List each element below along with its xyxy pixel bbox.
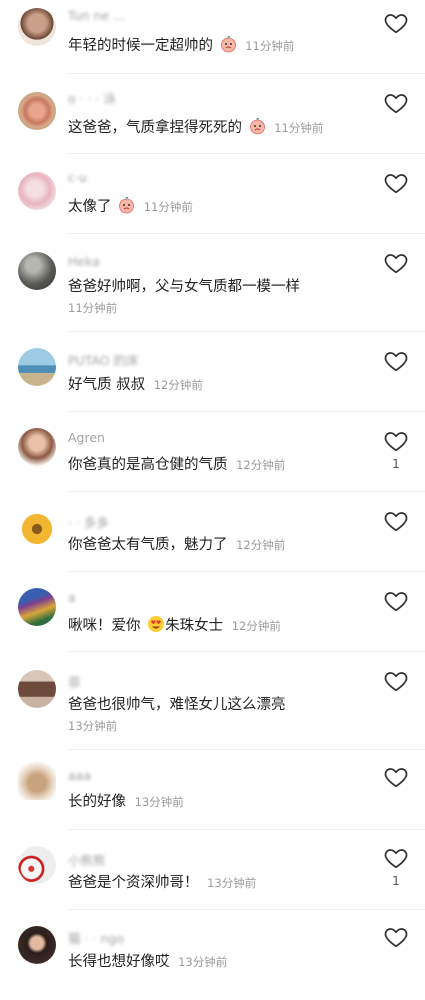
comment-body: 好气质 叔叔 bbox=[68, 377, 146, 393]
comment-body: 爸爸也很帅气，难怪女儿这么漂亮 bbox=[68, 697, 286, 713]
comment-time: 13分钟前 bbox=[178, 955, 228, 969]
comment-item: Tun ne ... 年轻的时候一定超帅的 11分钟前 bbox=[0, 0, 425, 74]
username[interactable]: Tun ne ... bbox=[68, 8, 125, 23]
comment-time: 13分钟前 bbox=[134, 795, 184, 809]
comment-body: 爸爸是个资深帅哥！ bbox=[68, 875, 199, 891]
heart-eyes-emoji-icon bbox=[147, 615, 165, 639]
heart-icon[interactable] bbox=[383, 508, 409, 534]
heart-icon[interactable] bbox=[383, 764, 409, 790]
peach-face-emoji-icon bbox=[249, 117, 266, 141]
username[interactable]: o · · · 泳 bbox=[68, 88, 116, 107]
avatar[interactable] bbox=[18, 172, 56, 210]
comment-body: 这爸爸，气质拿捏得死死的 bbox=[68, 120, 242, 136]
username[interactable]: 菲 bbox=[68, 672, 81, 691]
username[interactable]: Heka bbox=[68, 254, 100, 269]
heart-icon[interactable] bbox=[383, 668, 409, 694]
username[interactable]: c·u bbox=[68, 170, 87, 185]
comment-text: 长得也想好像哎 13分钟前 bbox=[68, 952, 355, 972]
username[interactable]: a bbox=[68, 590, 76, 605]
avatar[interactable] bbox=[18, 348, 56, 386]
peach-face-emoji-icon bbox=[220, 35, 237, 59]
comment-text: 太像了 11分钟前 bbox=[68, 196, 355, 220]
comment-text: 你爸爸太有气质，魅力了 12分钟前 bbox=[68, 535, 355, 555]
heart-icon[interactable] bbox=[383, 170, 409, 196]
comment-body-suffix: 朱珠女士 bbox=[165, 618, 224, 634]
comment-body: 爸爸好帅啊，父与女气质都一模一样 bbox=[68, 279, 300, 295]
avatar[interactable] bbox=[18, 252, 56, 290]
comment-item: PUTAO 的床 好气质 叔叔 12分钟前 bbox=[0, 332, 425, 412]
comment-time: 13分钟前 bbox=[207, 876, 257, 890]
like-count: 1 bbox=[392, 874, 400, 888]
comment-text: 这爸爸，气质拿捏得死死的 11分钟前 bbox=[68, 117, 355, 141]
comment-time: 12分钟前 bbox=[236, 458, 286, 472]
avatar[interactable] bbox=[18, 428, 56, 466]
like-count: 1 bbox=[392, 457, 400, 471]
username[interactable]: · · 多多 bbox=[68, 512, 109, 531]
comment-body: 你爸真的是高仓健的气质 bbox=[68, 457, 228, 473]
username[interactable]: 猫 · · ngo bbox=[68, 928, 124, 947]
comment-time: 12分钟前 bbox=[153, 378, 203, 392]
comment-body: 年轻的时候一定超帅的 bbox=[68, 38, 213, 54]
comment-list: Tun ne ... 年轻的时候一定超帅的 11分钟前 o · · · 泳 这爸… bbox=[0, 0, 425, 1000]
comment-item: 菲 爸爸也很帅气，难怪女儿这么漂亮 13分钟前 bbox=[0, 652, 425, 750]
username[interactable]: PUTAO 的床 bbox=[68, 350, 139, 369]
comment-text: 爸爸是个资深帅哥！ 13分钟前 bbox=[68, 873, 355, 893]
username[interactable]: 小熊熊 bbox=[68, 850, 106, 869]
comment-text: 啾咪！爱你 朱珠女士 12分钟前 bbox=[68, 615, 355, 639]
comment-time: 13分钟前 bbox=[68, 719, 118, 733]
comment-text: 爸爸也很帅气，难怪女儿这么漂亮 bbox=[68, 695, 355, 715]
comment-item: c·u 太像了 11分钟前 bbox=[0, 154, 425, 234]
comment-item: Agren 你爸真的是高仓健的气质 12分钟前 1 bbox=[0, 412, 425, 492]
comment-time: 11分钟前 bbox=[68, 301, 118, 315]
heart-icon[interactable] bbox=[383, 348, 409, 374]
comment-text: 爸爸好帅啊，父与女气质都一模一样 bbox=[68, 277, 355, 297]
comment-item: 猫 · · ngo 长得也想好像哎 13分钟前 bbox=[0, 910, 425, 1000]
comment-item: a 啾咪！爱你 朱珠女士 12分钟前 bbox=[0, 572, 425, 652]
avatar[interactable] bbox=[18, 588, 56, 626]
comment-body: 太像了 bbox=[68, 199, 112, 215]
avatar[interactable] bbox=[18, 8, 56, 46]
avatar[interactable] bbox=[18, 510, 56, 548]
heart-icon[interactable] bbox=[383, 90, 409, 116]
comment-time: 11分钟前 bbox=[274, 121, 324, 135]
comment-text: 年轻的时候一定超帅的 11分钟前 bbox=[68, 35, 355, 59]
comment-body: 你爸爸太有气质，魅力了 bbox=[68, 537, 228, 553]
comment-item: Heka 爸爸好帅啊，父与女气质都一模一样 11分钟前 bbox=[0, 234, 425, 332]
heart-icon[interactable] bbox=[383, 250, 409, 276]
heart-icon[interactable] bbox=[383, 428, 409, 454]
comment-text: 长的好像 13分钟前 bbox=[68, 792, 355, 812]
comment-body: 啾咪！爱你 bbox=[68, 618, 141, 634]
heart-icon[interactable] bbox=[383, 588, 409, 614]
comment-time: 12分钟前 bbox=[236, 538, 286, 552]
avatar[interactable] bbox=[18, 670, 56, 708]
comment-item: · · 多多 你爸爸太有气质，魅力了 12分钟前 bbox=[0, 492, 425, 572]
comment-time: 11分钟前 bbox=[143, 200, 193, 214]
comment-item: 小熊熊 爸爸是个资深帅哥！ 13分钟前 1 bbox=[0, 830, 425, 910]
heart-icon[interactable] bbox=[383, 845, 409, 871]
comment-body: 长的好像 bbox=[68, 794, 126, 810]
comment-time: 11分钟前 bbox=[245, 39, 295, 53]
username[interactable]: aaa bbox=[68, 768, 91, 783]
comment-item: o · · · 泳 这爸爸，气质拿捏得死死的 11分钟前 bbox=[0, 74, 425, 154]
comment-time: 12分钟前 bbox=[231, 619, 281, 633]
username[interactable]: Agren bbox=[68, 430, 105, 445]
avatar[interactable] bbox=[18, 926, 56, 964]
heart-icon[interactable] bbox=[383, 924, 409, 950]
avatar[interactable] bbox=[18, 92, 56, 130]
comment-body: 长得也想好像哎 bbox=[68, 954, 170, 970]
comment-text: 你爸真的是高仓健的气质 12分钟前 bbox=[68, 455, 355, 475]
comment-item: aaa 长的好像 13分钟前 bbox=[0, 750, 425, 830]
peach-face-emoji-icon bbox=[118, 196, 135, 220]
comment-text: 好气质 叔叔 12分钟前 bbox=[68, 375, 355, 395]
avatar[interactable] bbox=[18, 762, 56, 800]
avatar[interactable] bbox=[18, 846, 56, 884]
heart-icon[interactable] bbox=[383, 10, 409, 36]
